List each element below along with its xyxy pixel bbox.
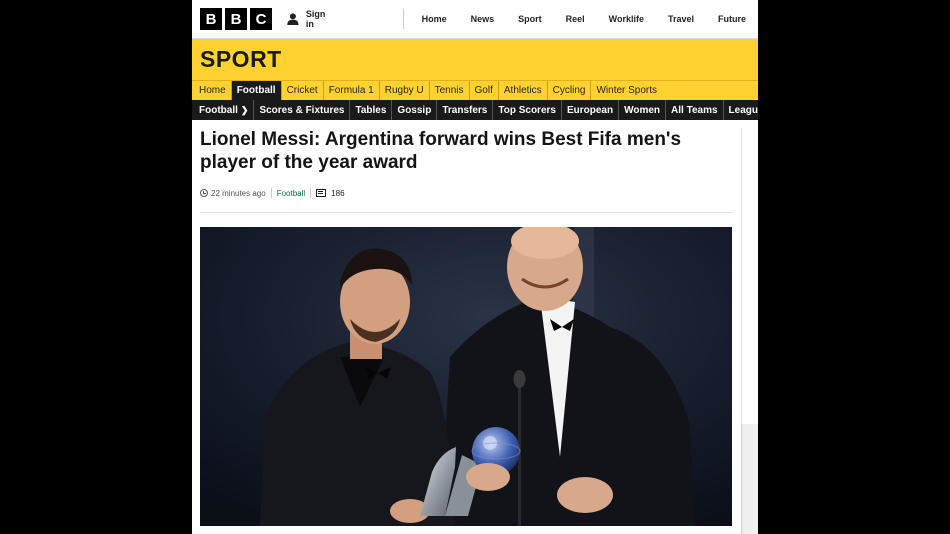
football-nav-scores-fixtures[interactable]: Scores & Fixtures xyxy=(254,100,351,120)
sign-in-label: Sign in xyxy=(305,9,326,29)
football-nav-all-teams[interactable]: All Teams xyxy=(666,100,724,120)
logo-letter: B xyxy=(225,8,247,30)
page-scrollbar[interactable] xyxy=(742,424,758,534)
sport-nav-winter-sports[interactable]: Winter Sports xyxy=(591,81,662,100)
user-icon xyxy=(287,13,299,26)
global-link-future[interactable]: Future xyxy=(706,14,758,24)
global-link-news[interactable]: News xyxy=(459,14,507,24)
clock-icon xyxy=(200,189,208,197)
global-link-travel[interactable]: Travel xyxy=(656,14,706,24)
comment-icon xyxy=(316,189,327,197)
sport-nav-rugby-union[interactable]: Rugby U xyxy=(380,81,430,100)
global-nav: B B C Sign in Home News Sport Reel Workl… xyxy=(192,0,758,39)
article-hero-image xyxy=(200,227,732,526)
sport-title[interactable]: SPORT xyxy=(200,46,282,73)
article-section-link[interactable]: Football xyxy=(277,189,305,198)
photo-illustration xyxy=(200,227,732,526)
football-nav-top-scorers[interactable]: Top Scorers xyxy=(493,100,562,120)
football-nav-transfers[interactable]: Transfers xyxy=(437,100,494,120)
global-link-reel[interactable]: Reel xyxy=(554,14,597,24)
football-nav-football[interactable]: Football ❯ xyxy=(192,100,255,120)
article-headline: Lionel Messi: Argentina forward wins Bes… xyxy=(200,129,682,173)
article: Lionel Messi: Argentina forward wins Bes… xyxy=(192,120,758,213)
sport-header: SPORT xyxy=(192,39,758,80)
sport-nav-football[interactable]: Football xyxy=(231,81,282,100)
logo-letter: C xyxy=(250,8,272,30)
sport-nav-tennis[interactable]: Tennis xyxy=(430,81,470,100)
comment-count: 186 xyxy=(331,188,345,198)
chevron-right-icon: ❯ xyxy=(240,104,249,115)
sport-nav-cricket[interactable]: Cricket xyxy=(282,81,324,100)
football-nav-label: Football xyxy=(199,104,238,116)
article-timestamp: 22 minutes ago xyxy=(211,188,266,198)
football-nav-gossip[interactable]: Gossip xyxy=(392,100,438,120)
global-link-worklife[interactable]: Worklife xyxy=(597,14,656,24)
sport-nav: Home Football Cricket Formula 1 Rugby U … xyxy=(192,80,758,100)
comments-link[interactable]: 186 xyxy=(316,188,345,198)
logo-letter: B xyxy=(200,8,222,30)
football-nav-leagues-cups[interactable]: Leagues & Cups xyxy=(724,100,758,120)
sport-nav-golf[interactable]: Golf xyxy=(470,81,499,100)
bbc-logo[interactable]: B B C xyxy=(200,8,272,30)
sport-nav-home[interactable]: Home xyxy=(192,81,232,100)
global-link-sport[interactable]: Sport xyxy=(506,14,554,24)
meta-divider xyxy=(310,188,312,198)
football-nav-tables[interactable]: Tables xyxy=(350,100,393,120)
meta-divider xyxy=(270,188,272,198)
content-rail xyxy=(741,128,742,534)
article-divider xyxy=(200,212,732,213)
global-links: Home News Sport Reel Worklife Travel Fut… xyxy=(404,14,758,24)
sport-nav-athletics[interactable]: Athletics xyxy=(499,81,548,100)
page: B B C Sign in Home News Sport Reel Workl… xyxy=(192,0,758,534)
football-nav: Football ❯ Scores & Fixtures Tables Gossi… xyxy=(192,100,758,120)
football-nav-women[interactable]: Women xyxy=(619,100,667,120)
sport-nav-cycling[interactable]: Cycling xyxy=(548,81,592,100)
global-link-home[interactable]: Home xyxy=(404,14,459,24)
sign-in-button[interactable]: Sign in xyxy=(286,9,332,29)
article-meta: 22 minutes ago Football 186 xyxy=(200,188,732,198)
sport-nav-formula-1[interactable]: Formula 1 xyxy=(324,81,380,100)
football-nav-european[interactable]: European xyxy=(562,100,620,120)
